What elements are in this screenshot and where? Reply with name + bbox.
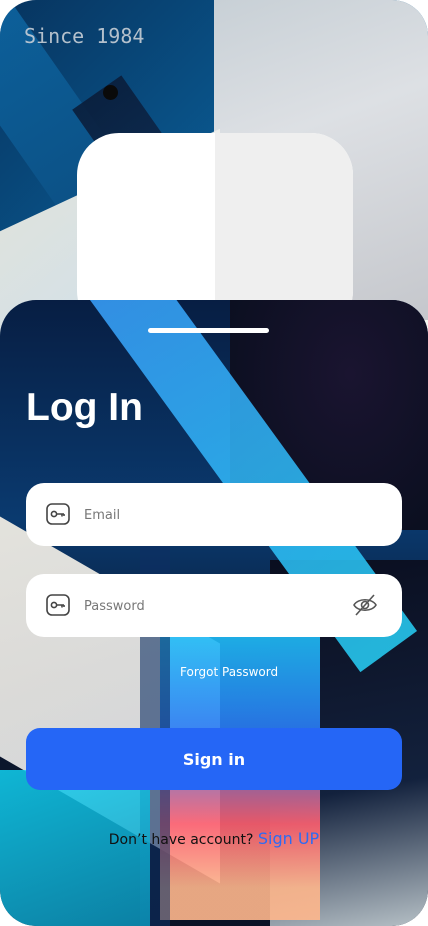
password-input[interactable]	[82, 574, 356, 639]
sign-in-button[interactable]: Sign in	[26, 728, 402, 790]
forgot-password-link[interactable]: Forgot Password	[180, 665, 278, 679]
brand-label: Since 1984	[24, 24, 145, 48]
login-sheet: Log In Forgot Password Sign in	[0, 300, 428, 926]
no-account-text: Don’t have account?	[108, 832, 254, 848]
page-title: Log In	[26, 386, 143, 429]
key-icon	[46, 594, 70, 616]
screen: Since 1984 Log In Email Forgot Password …	[0, 0, 428, 926]
camera-dot	[103, 85, 118, 100]
password-field[interactable]	[26, 574, 402, 639]
email-input[interactable]	[82, 483, 356, 548]
key-icon	[46, 503, 70, 525]
email-field[interactable]	[26, 483, 402, 548]
signup-prompt: Don’t have account? Sign UP	[0, 829, 428, 848]
eye-off-icon[interactable]	[352, 592, 378, 618]
sheet-drag-handle[interactable]	[148, 328, 269, 333]
sign-up-link[interactable]: Sign UP	[258, 829, 319, 848]
background-glow	[0, 770, 150, 926]
